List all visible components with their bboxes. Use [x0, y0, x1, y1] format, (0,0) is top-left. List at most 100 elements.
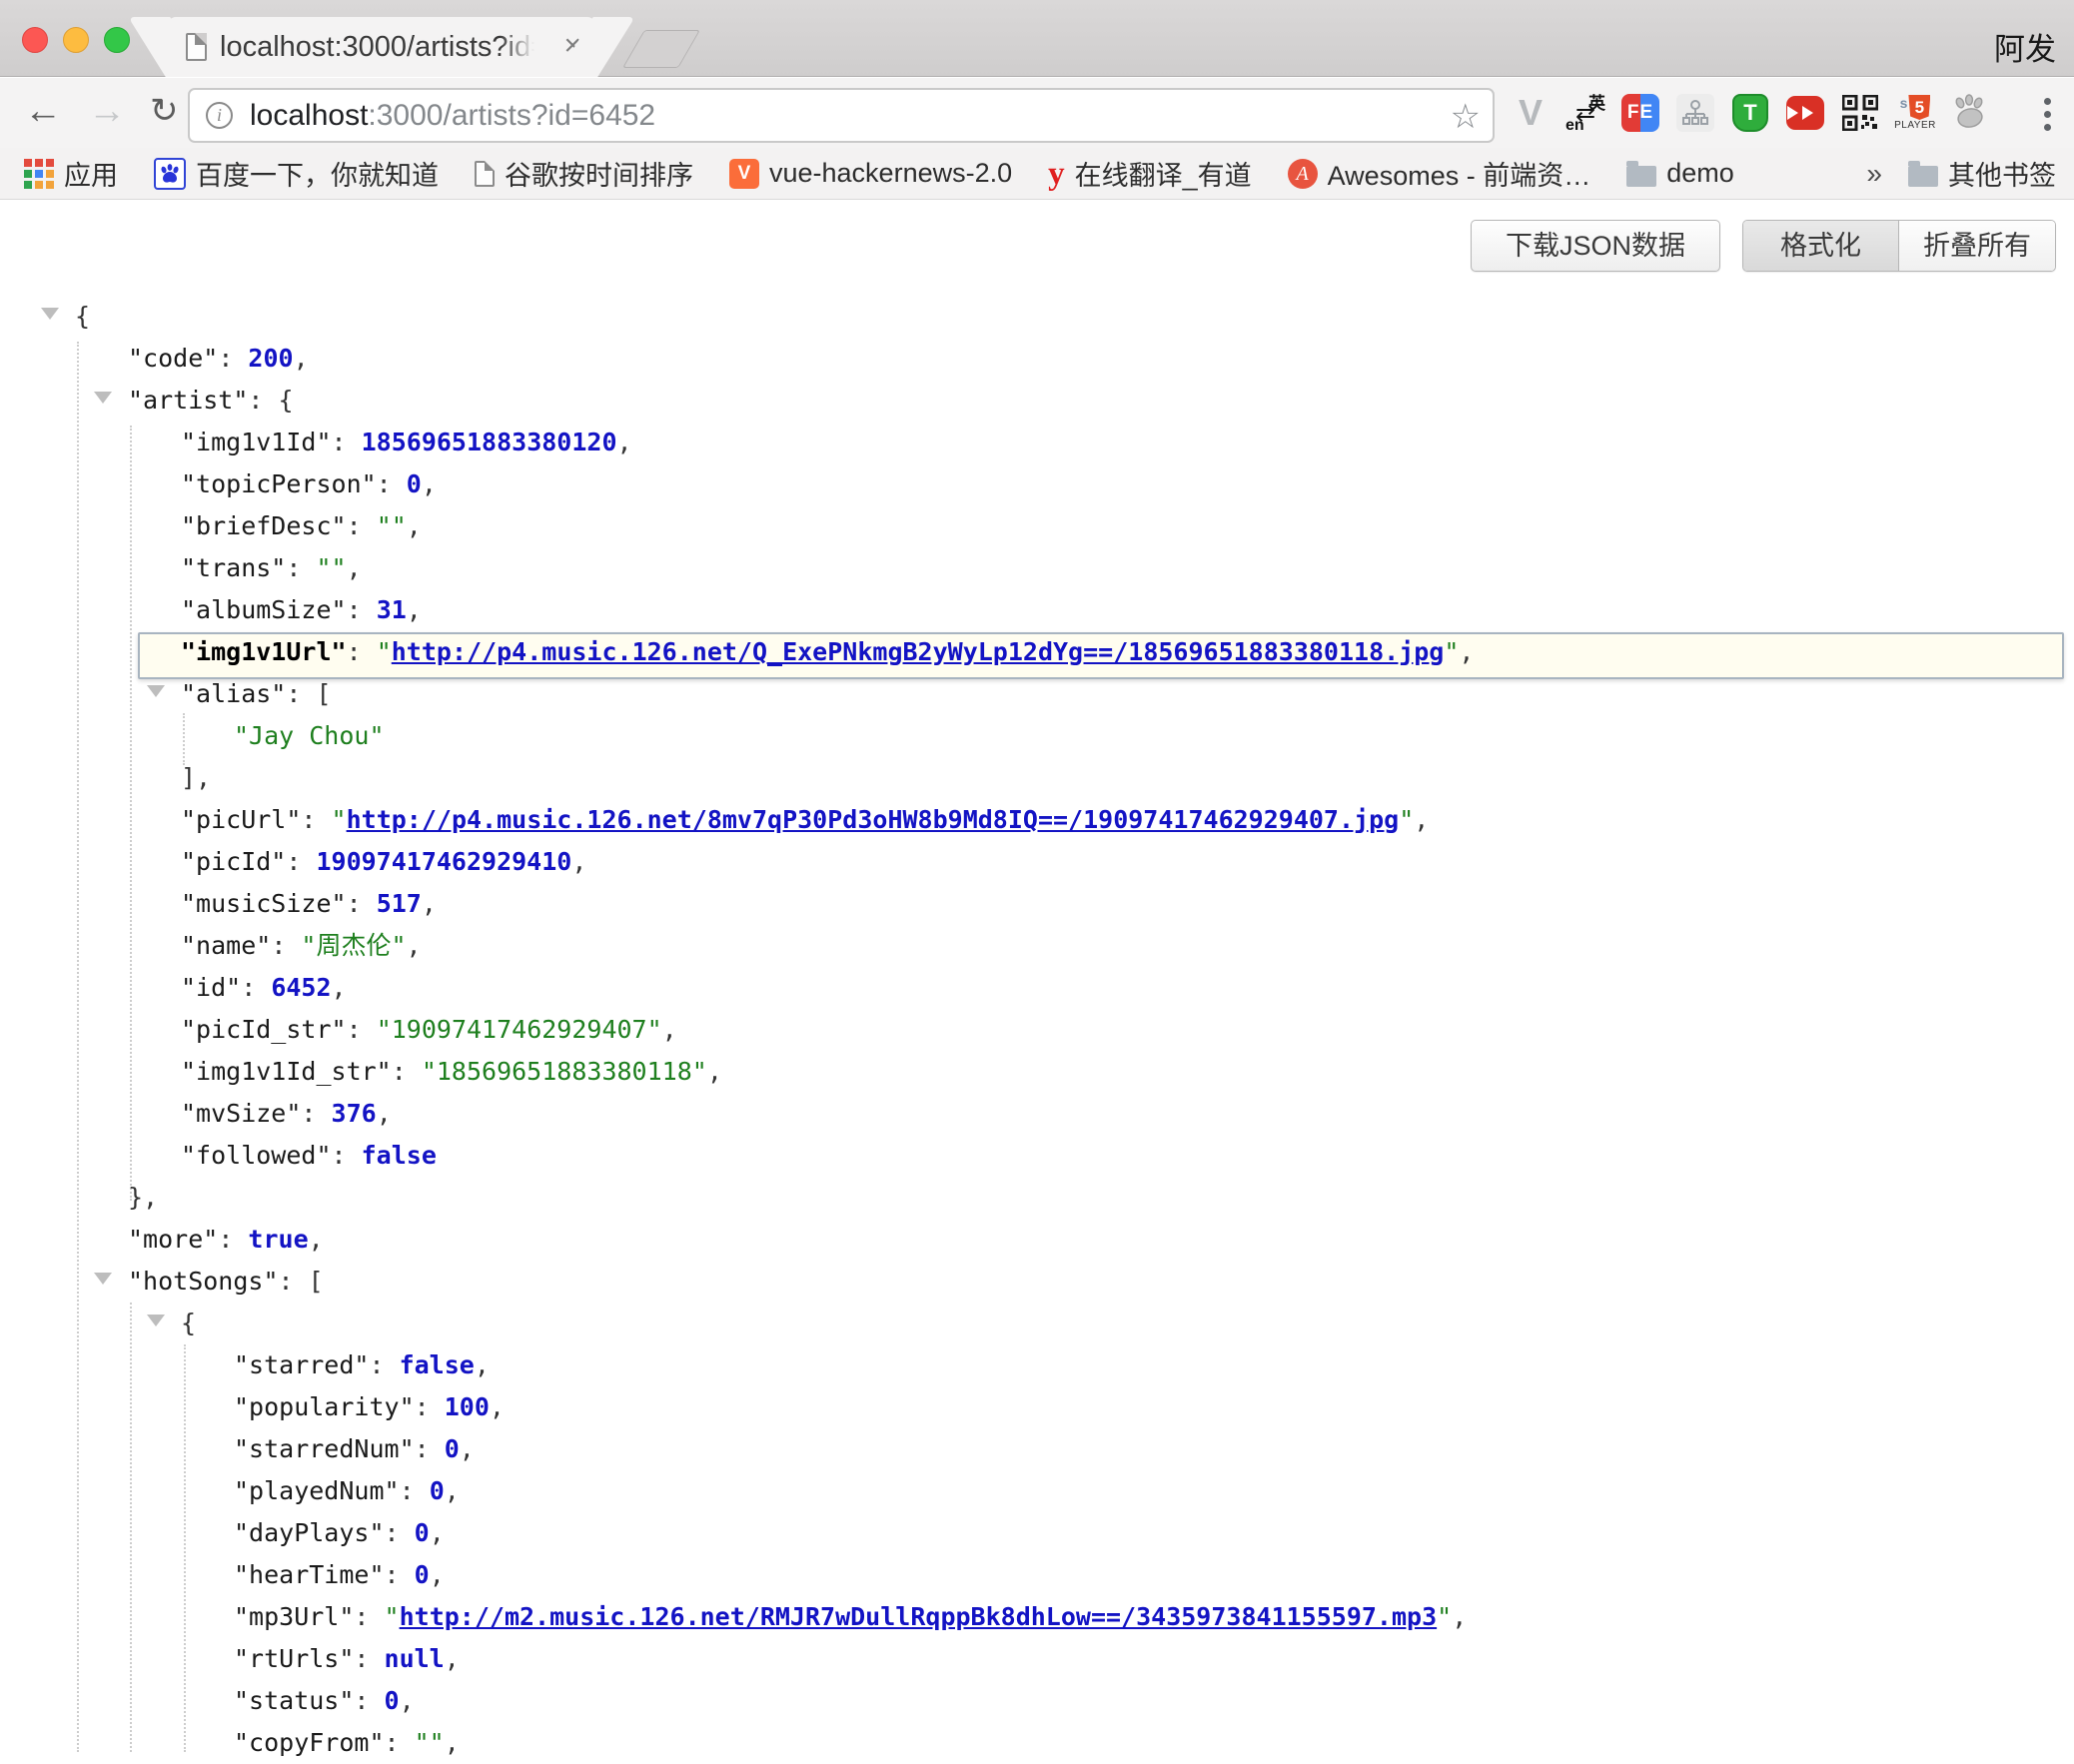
json-line: "briefDesc": "",: [0, 505, 2074, 547]
youdao-icon: y: [1048, 159, 1065, 189]
browser-menu-icon[interactable]: [2044, 92, 2052, 137]
json-token: ,: [1459, 637, 1474, 666]
json-token: true: [248, 1225, 308, 1254]
json-token: "popularity": [234, 1392, 415, 1421]
json-token: false: [400, 1350, 475, 1379]
collapse-all-button[interactable]: 折叠所有: [1899, 221, 2055, 271]
json-token: "starred": [234, 1350, 369, 1379]
json-token: "briefDesc": [181, 511, 347, 540]
paw-extension-icon[interactable]: [1950, 91, 1990, 135]
format-button[interactable]: 格式化: [1743, 221, 1899, 271]
minimize-window-button[interactable]: [63, 27, 89, 53]
bookmark-item[interactable]: 百度一下，你就知道: [154, 154, 439, 193]
json-token: },: [128, 1183, 158, 1212]
json-token: "": [316, 553, 346, 582]
html5-player-icon[interactable]: s 5 PLAYER: [1895, 91, 1935, 135]
bookmark-item[interactable]: demo: [1626, 158, 1734, 189]
json-token: ,: [377, 1099, 392, 1128]
title-bar: localhost:3000/artists?id=645 × 阿发: [0, 0, 2074, 77]
folder-icon: [1908, 166, 1938, 187]
bookmark-label: vue-hackernews-2.0: [769, 158, 1012, 189]
json-token: "id": [181, 973, 241, 1002]
collapse-toggle-icon[interactable]: [147, 1315, 165, 1326]
bookmarks-overflow-icon[interactable]: »: [1866, 158, 1882, 190]
json-token: "dayPlays": [234, 1518, 385, 1547]
video-download-icon[interactable]: [1785, 91, 1825, 135]
json-line: "img1v1Id_str": "18569651883380118",: [0, 1051, 2074, 1093]
json-token: false: [362, 1141, 437, 1170]
json-token: 31: [377, 595, 407, 624]
json-line: "hotSongs": [: [0, 1261, 2074, 1303]
url-link[interactable]: http://p4.music.126.net/8mv7qP30Pd3oHW8b…: [347, 805, 1400, 834]
json-token: 6452: [271, 973, 331, 1002]
json-token: ,: [422, 469, 437, 498]
json-line: "picId_str": "19097417462929407",: [0, 1009, 2074, 1051]
back-button[interactable]: ←: [24, 78, 62, 148]
bookmark-item[interactable]: Vvue-hackernews-2.0: [729, 158, 1012, 189]
json-token: :: [354, 1644, 384, 1673]
bookmark-label: demo: [1666, 158, 1734, 189]
url-link[interactable]: http://m2.music.126.net/RMJR7wDullRqppBk…: [400, 1602, 1438, 1631]
json-token: "name": [181, 931, 271, 960]
json-line: "dayPlays": 0,: [0, 1512, 2074, 1554]
qr-code-icon[interactable]: [1840, 91, 1880, 135]
url-path: :3000/artists?id=6452: [368, 99, 655, 132]
json-token: :: [415, 1392, 445, 1421]
json-token: :: [241, 973, 271, 1002]
url-text[interactable]: localhost:3000/artists?id=6452: [250, 99, 655, 133]
bookmark-item[interactable]: 应用: [24, 154, 118, 193]
json-token: ],: [181, 763, 211, 792]
translate-extension-icon[interactable]: ⇄ 英 en: [1565, 91, 1605, 135]
bookmark-star-icon[interactable]: ☆: [1451, 97, 1481, 137]
address-bar[interactable]: i localhost:3000/artists?id=6452 ☆: [188, 88, 1495, 143]
json-token: :: [377, 469, 407, 498]
bookmark-label: 百度一下，你就知道: [196, 154, 439, 193]
url-link[interactable]: http://p4.music.126.net/Q_ExePNkmgB2yWyL…: [392, 637, 1445, 666]
awesome-icon: A: [1288, 159, 1318, 189]
json-token: "": [377, 511, 407, 540]
vue-devtools-icon[interactable]: V: [1511, 91, 1551, 135]
json-token: "19097417462929407": [377, 1015, 662, 1044]
collapse-toggle-icon[interactable]: [41, 308, 59, 320]
json-token: ,: [430, 1560, 445, 1589]
json-line: },: [0, 1177, 2074, 1219]
json-token: ": [377, 637, 392, 666]
bookmark-items: 应用 百度一下，你就知道谷歌按时间排序 Vvue-hackernews-2.0 y在线…: [24, 148, 1734, 199]
json-token: :: [286, 553, 316, 582]
fe-extension-icon[interactable]: FE: [1620, 91, 1660, 135]
json-line: "alias": [: [0, 673, 2074, 715]
json-token: {: [75, 302, 90, 331]
tab-close-icon[interactable]: ×: [563, 29, 581, 63]
reload-button[interactable]: ↻: [150, 78, 179, 148]
other-bookmarks-folder[interactable]: 其他书签: [1908, 154, 2056, 193]
json-token: :: [301, 805, 331, 834]
json-token: "copyFrom": [234, 1728, 385, 1757]
json-token: ,: [662, 1015, 677, 1044]
json-token: ,: [571, 847, 586, 876]
tab-title-fade: [500, 29, 543, 67]
sitemap-extension-icon[interactable]: [1675, 91, 1715, 135]
json-token: :: [347, 1015, 377, 1044]
json-line: "artist": {: [0, 380, 2074, 422]
browser-tab[interactable]: localhost:3000/artists?id=645 ×: [168, 17, 595, 77]
close-window-button[interactable]: [22, 27, 48, 53]
download-json-button[interactable]: 下载JSON数据: [1471, 220, 1720, 272]
profile-name[interactable]: 阿发: [1994, 24, 2056, 69]
bookmark-item[interactable]: y在线翻译_有道: [1048, 154, 1252, 193]
maximize-window-button[interactable]: [104, 27, 130, 53]
bookmark-item[interactable]: 谷歌按时间排序: [475, 154, 693, 193]
json-token: :: [400, 1476, 430, 1505]
site-info-icon[interactable]: i: [206, 102, 233, 129]
json-token: 18569651883380120: [362, 428, 617, 456]
json-line: "copyFrom": "",: [0, 1722, 2074, 1764]
bookmark-item[interactable]: AAwesomes - 前端资…: [1288, 154, 1591, 193]
view-mode-segmented-control: 格式化 折叠所有: [1742, 220, 2056, 272]
tampermonkey-icon[interactable]: T: [1730, 91, 1770, 135]
new-tab-button[interactable]: [622, 30, 700, 68]
json-token: ,: [407, 931, 422, 960]
json-token: :: [301, 1099, 331, 1128]
collapse-toggle-icon[interactable]: [94, 392, 112, 404]
collapse-toggle-icon[interactable]: [94, 1273, 112, 1285]
collapse-toggle-icon[interactable]: [147, 685, 165, 697]
json-token: ,: [347, 553, 362, 582]
